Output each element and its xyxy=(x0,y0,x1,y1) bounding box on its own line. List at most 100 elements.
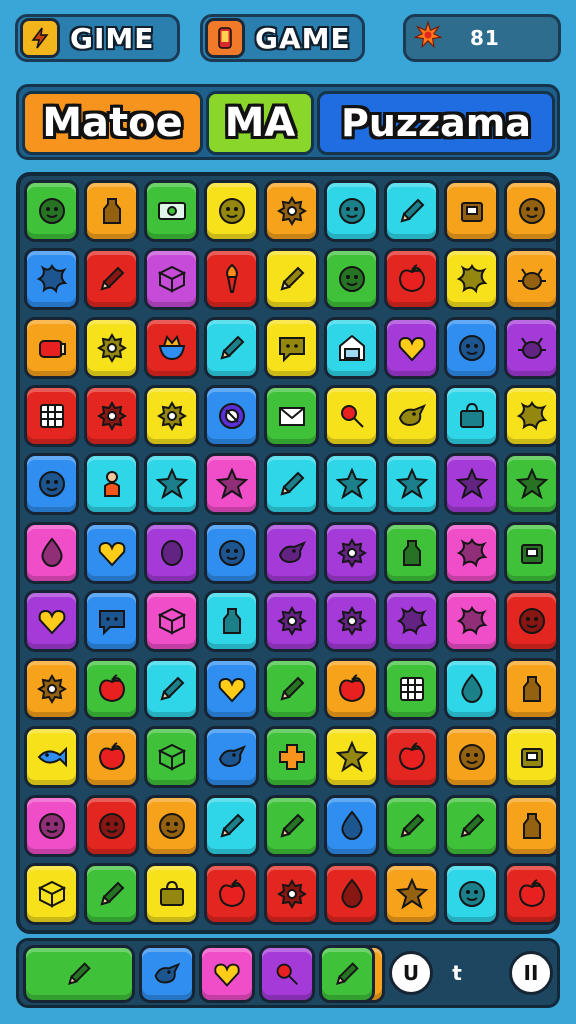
tile[interactable] xyxy=(444,589,499,652)
tile[interactable] xyxy=(84,794,139,857)
tile[interactable] xyxy=(264,863,319,925)
tile[interactable] xyxy=(84,658,139,721)
tile[interactable] xyxy=(84,589,139,652)
tile[interactable] xyxy=(84,180,139,242)
tray-tile[interactable] xyxy=(139,945,195,1003)
tile[interactable] xyxy=(204,589,259,652)
tile[interactable] xyxy=(504,248,559,311)
tile[interactable] xyxy=(444,453,499,516)
tile[interactable] xyxy=(504,521,559,584)
tile[interactable] xyxy=(504,384,559,447)
game-chip-gime[interactable]: GIME xyxy=(15,14,180,62)
tile[interactable] xyxy=(324,316,379,379)
tile[interactable] xyxy=(504,453,559,516)
tile[interactable] xyxy=(384,384,439,447)
tile[interactable] xyxy=(324,726,379,789)
tile[interactable] xyxy=(504,794,559,857)
tile[interactable] xyxy=(264,658,319,721)
tile[interactable] xyxy=(24,589,79,652)
tile[interactable] xyxy=(504,316,559,379)
tile[interactable] xyxy=(144,589,199,652)
tile[interactable] xyxy=(444,316,499,379)
tile[interactable] xyxy=(384,726,439,789)
tile[interactable] xyxy=(444,384,499,447)
tile[interactable] xyxy=(144,521,199,584)
tile[interactable] xyxy=(444,658,499,721)
tile[interactable] xyxy=(384,453,439,516)
tile[interactable] xyxy=(144,316,199,379)
tile[interactable] xyxy=(144,248,199,311)
tile[interactable] xyxy=(264,316,319,379)
tile[interactable] xyxy=(24,180,79,242)
tile[interactable] xyxy=(84,248,139,311)
tile[interactable] xyxy=(324,794,379,857)
tile[interactable] xyxy=(504,863,559,925)
tile[interactable] xyxy=(264,521,319,584)
tile[interactable] xyxy=(324,863,379,925)
tile[interactable] xyxy=(444,521,499,584)
tray-tile[interactable] xyxy=(319,945,375,1003)
game-chip-game[interactable]: GAME xyxy=(200,14,365,62)
tile[interactable] xyxy=(324,658,379,721)
tile[interactable] xyxy=(444,180,499,242)
tile[interactable] xyxy=(144,384,199,447)
tile[interactable] xyxy=(24,384,79,447)
tile[interactable] xyxy=(24,521,79,584)
tile[interactable] xyxy=(204,316,259,379)
tile[interactable] xyxy=(444,726,499,789)
tile[interactable] xyxy=(144,180,199,242)
tile[interactable] xyxy=(24,453,79,516)
tile[interactable] xyxy=(504,726,559,789)
tile[interactable] xyxy=(84,521,139,584)
tile[interactable] xyxy=(504,180,559,242)
tile[interactable] xyxy=(384,658,439,721)
tile[interactable] xyxy=(24,726,79,789)
tile[interactable] xyxy=(144,453,199,516)
tile[interactable] xyxy=(264,453,319,516)
tile[interactable] xyxy=(24,316,79,379)
tile[interactable] xyxy=(204,384,259,447)
tile[interactable] xyxy=(504,658,559,721)
tile[interactable] xyxy=(204,180,259,242)
tile[interactable] xyxy=(384,589,439,652)
tile[interactable] xyxy=(204,453,259,516)
tile[interactable] xyxy=(24,658,79,721)
tile[interactable] xyxy=(384,863,439,925)
tile[interactable] xyxy=(84,863,139,925)
hint-button[interactable]: t xyxy=(439,951,475,995)
tile[interactable] xyxy=(24,863,79,925)
tile[interactable] xyxy=(204,521,259,584)
tile[interactable] xyxy=(264,384,319,447)
tile[interactable] xyxy=(264,180,319,242)
tile[interactable] xyxy=(144,726,199,789)
tile[interactable] xyxy=(444,248,499,311)
tile[interactable] xyxy=(204,794,259,857)
tile[interactable] xyxy=(24,248,79,311)
tile[interactable] xyxy=(384,316,439,379)
undo-button[interactable]: U xyxy=(389,951,433,995)
tile[interactable] xyxy=(324,589,379,652)
tile[interactable] xyxy=(84,726,139,789)
tile[interactable] xyxy=(84,384,139,447)
tile[interactable] xyxy=(384,248,439,311)
tile[interactable] xyxy=(204,248,259,311)
tray-tile[interactable] xyxy=(199,945,255,1003)
tile[interactable] xyxy=(144,863,199,925)
tile[interactable] xyxy=(384,180,439,242)
tile[interactable] xyxy=(204,726,259,789)
tile[interactable] xyxy=(324,180,379,242)
tile[interactable] xyxy=(444,794,499,857)
tile[interactable] xyxy=(84,316,139,379)
tile[interactable] xyxy=(324,521,379,584)
tile[interactable] xyxy=(324,453,379,516)
tile[interactable] xyxy=(24,794,79,857)
tile[interactable] xyxy=(264,726,319,789)
tray-tile[interactable] xyxy=(23,945,135,1003)
tile[interactable] xyxy=(324,248,379,311)
tile[interactable] xyxy=(384,521,439,584)
tray-tile[interactable] xyxy=(259,945,315,1003)
tile[interactable] xyxy=(144,794,199,857)
tile[interactable] xyxy=(84,453,139,516)
tile[interactable] xyxy=(264,248,319,311)
tile[interactable] xyxy=(264,589,319,652)
